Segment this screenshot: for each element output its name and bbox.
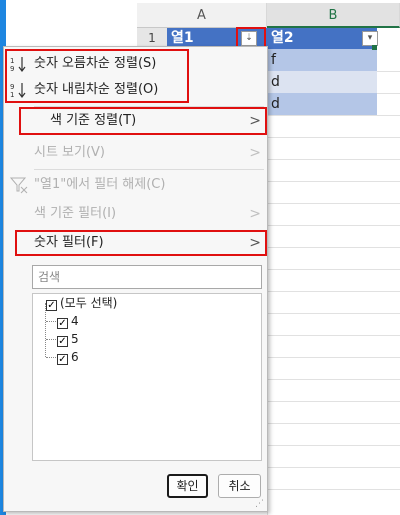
checkbox-checked-icon[interactable]: ✓ xyxy=(57,336,68,347)
menu-label: 시트 보기(V) xyxy=(34,145,106,160)
clear-filter-icon xyxy=(10,177,28,194)
cancel-button[interactable]: 취소 xyxy=(218,474,261,498)
filter-item-6[interactable]: ✓ 6 xyxy=(57,348,79,366)
highlight-sort-by-color xyxy=(19,107,267,135)
filter-item-5[interactable]: ✓ 5 xyxy=(57,330,79,348)
tree-connector xyxy=(46,357,56,358)
filter-item-label: 6 xyxy=(71,350,79,364)
menu-clear-filter[interactable]: "열1"에서 필터 해제(C) xyxy=(4,172,267,198)
menu-label: 색 기준 필터(I) xyxy=(34,206,117,221)
submenu-arrow-icon: > xyxy=(249,206,261,222)
filter-item-label: (모두 선택) xyxy=(60,296,118,310)
cell-b2[interactable]: f xyxy=(267,49,377,71)
submenu-arrow-icon: > xyxy=(249,145,261,161)
checkbox-checked-icon[interactable]: ✓ xyxy=(57,354,68,365)
highlight-number-filters xyxy=(15,230,267,256)
table-header-col2[interactable]: 열2 xyxy=(267,28,377,49)
menu-sheet-view[interactable]: 시트 보기(V) > xyxy=(4,140,267,166)
highlight-sort-options xyxy=(5,49,189,103)
menu-label: "열1"에서 필터 해제(C) xyxy=(34,177,166,192)
tree-connector xyxy=(46,321,56,322)
filter-item-4[interactable]: ✓ 4 xyxy=(57,312,79,330)
autofilter-menu: 1 9 숫자 오름차순 정렬(S) 9 1 숫자 내림차순 정렬(O) 색 기준… xyxy=(3,46,268,512)
column-header-a[interactable]: A xyxy=(137,3,267,28)
filter-dropdown-col2-icon[interactable]: ▾ xyxy=(362,31,378,46)
tree-connector xyxy=(46,339,56,340)
menu-separator xyxy=(34,169,264,170)
fill-handle[interactable] xyxy=(372,45,377,50)
checkbox-checked-icon[interactable]: ✓ xyxy=(57,318,68,329)
ok-button[interactable]: 확인 xyxy=(167,474,208,498)
cell-b3[interactable]: d xyxy=(267,71,377,93)
filter-value-list[interactable]: ✓ (모두 선택) ✓ 4 ✓ 5 ✓ 6 xyxy=(32,293,262,461)
resize-grip-icon[interactable]: ⋰ xyxy=(255,499,265,509)
column-header-b[interactable]: B xyxy=(267,3,400,28)
filter-item-label: 4 xyxy=(71,314,79,328)
filter-item-select-all[interactable]: ✓ (모두 선택) xyxy=(46,294,117,312)
filter-item-label: 5 xyxy=(71,332,79,346)
menu-filter-by-color[interactable]: 색 기준 필터(I) > xyxy=(4,201,267,227)
search-input[interactable]: 검색 xyxy=(32,265,262,289)
cell-b4[interactable]: d xyxy=(267,93,377,115)
checkbox-checked-icon[interactable]: ✓ xyxy=(46,300,57,311)
